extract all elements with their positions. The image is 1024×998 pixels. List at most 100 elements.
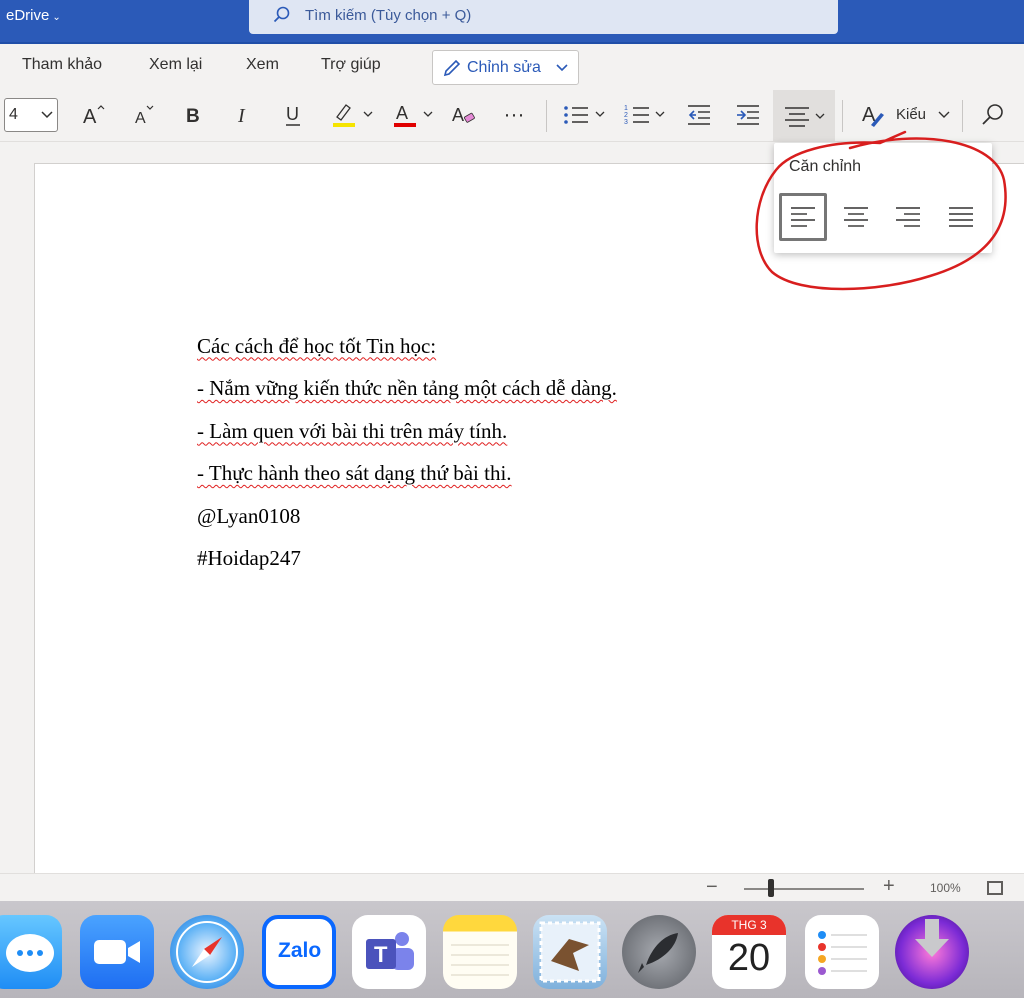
dock-notes[interactable] [443, 915, 517, 989]
notes-icon [451, 944, 509, 976]
alignment-button[interactable] [773, 90, 835, 142]
doc-line-text: Các cách để học tốt Tin học: [197, 333, 437, 358]
justify-option[interactable] [937, 193, 985, 241]
highlight-color-button[interactable] [328, 96, 376, 134]
dock-safari[interactable] [170, 915, 244, 989]
compass-icon [176, 921, 238, 983]
grow-font-button[interactable]: A [78, 96, 110, 134]
svg-text:I: I [237, 105, 246, 127]
search-icon [273, 6, 290, 23]
dock-calendar[interactable]: THG 3 20 [712, 915, 786, 989]
dock-downloader[interactable] [895, 915, 969, 989]
svg-text:3: 3 [624, 119, 628, 126]
doc-line-text: - Thực hành theo sát dạng thứ bài thi. [197, 461, 512, 485]
formatting-toolbar: 4 A A B I U A A ··· 123 A Kiểu [0, 90, 1024, 142]
tab-view[interactable]: Xem [246, 56, 279, 74]
align-left-icon [791, 207, 815, 227]
svg-text:A: A [396, 103, 408, 123]
popup-title: Căn chỉnh [789, 158, 862, 175]
chevron-down-icon [556, 64, 568, 72]
zalo-label: Zalo [278, 939, 322, 962]
more-options-button[interactable]: ··· [498, 96, 530, 134]
calendar-month: THG 3 [731, 918, 767, 932]
dock-mail[interactable] [533, 915, 607, 989]
increase-indent-button[interactable] [731, 96, 765, 134]
document-body[interactable]: Các cách để học tốt Tin học: - Nắm vững … [155, 282, 617, 571]
fit-page-icon[interactable] [987, 881, 1003, 895]
zoom-level[interactable]: 100% [930, 881, 961, 895]
numbered-list-icon: 123 [624, 105, 665, 126]
dock-messages[interactable] [0, 915, 62, 989]
font-size-value: 4 [9, 106, 18, 123]
align-left-option[interactable] [779, 193, 827, 241]
tab-references[interactable]: Tham khảo [22, 56, 102, 74]
doc-line: Các cách để học tốt Tin học: [155, 282, 617, 358]
shrink-font-icon: A [135, 105, 154, 127]
toolbar-separator [546, 100, 547, 132]
doc-line-text: #Hoidap247 [197, 546, 301, 570]
dock-zoom[interactable] [80, 915, 154, 989]
font-color-button[interactable]: A [390, 96, 438, 134]
svg-text:U: U [286, 104, 299, 124]
chevron-down-icon [41, 111, 53, 119]
dock: Zalo T THG 3 20 [0, 901, 1024, 998]
underline-button[interactable]: U [278, 96, 308, 134]
toolbar-separator [842, 100, 843, 132]
align-center-option[interactable] [832, 193, 880, 241]
numbering-button[interactable]: 123 [622, 96, 672, 134]
dock-launchpad[interactable] [622, 915, 696, 989]
search-box[interactable]: Tìm kiếm (Tùy chọn + Q) [249, 0, 838, 34]
zoom-slider-thumb[interactable] [768, 879, 774, 897]
bullet-list-icon [564, 106, 605, 124]
search-placeholder: Tìm kiếm (Tùy chọn + Q) [305, 7, 472, 24]
zoom-out-button[interactable]: − [706, 876, 718, 899]
dock-zalo[interactable]: Zalo [262, 915, 336, 989]
align-center-icon [785, 107, 825, 127]
reminders-icon [818, 931, 867, 975]
align-right-option[interactable] [884, 193, 932, 241]
tab-help[interactable]: Trợ giúp [321, 56, 381, 74]
zoom-in-button[interactable]: + [883, 875, 895, 898]
calendar-day: 20 [727, 937, 771, 979]
underline-icon: U [286, 104, 300, 126]
tab-review[interactable]: Xem lại [149, 56, 202, 74]
bold-button[interactable]: B [178, 96, 208, 134]
video-camera-icon [94, 940, 140, 964]
clear-formatting-icon: A [452, 105, 475, 125]
styles-icon-button[interactable]: A [856, 96, 890, 134]
dock-teams[interactable]: T [352, 915, 426, 989]
increase-indent-icon [737, 105, 759, 125]
font-color-icon: A [394, 103, 433, 127]
zoom-slider[interactable] [744, 888, 864, 890]
download-arrow-icon [915, 919, 949, 957]
toolbar-separator [962, 100, 963, 132]
italic-icon: I [237, 105, 246, 127]
italic-button[interactable]: I [228, 96, 258, 134]
app-name-button[interactable]: eDrive ⌄ [6, 7, 61, 24]
doc-line-text: - Nắm vững kiến thức nền tảng một cách d… [197, 376, 617, 400]
dock-reminders[interactable] [805, 915, 879, 989]
doc-line-text: @Lyan0108 [197, 503, 301, 528]
decrease-indent-icon [688, 105, 710, 125]
styles-label[interactable]: Kiểu [896, 106, 926, 123]
document-page[interactable]: Các cách để học tốt Tin học: - Nắm vững … [34, 163, 1024, 873]
rocket-icon [638, 933, 678, 973]
editing-mode-button[interactable]: Chỉnh sửa [432, 50, 579, 85]
align-right-icon [896, 207, 920, 227]
bold-icon: B [186, 106, 200, 127]
font-size-select[interactable]: 4 [4, 98, 58, 132]
bullets-button[interactable] [560, 96, 610, 134]
shrink-font-button[interactable]: A [128, 96, 160, 134]
find-button[interactable] [976, 96, 1010, 134]
decrease-indent-button[interactable] [682, 96, 716, 134]
svg-text:T: T [374, 942, 388, 967]
align-center-icon [844, 207, 868, 227]
svg-text:2: 2 [624, 112, 628, 119]
svg-text:A: A [83, 106, 97, 127]
highlighter-icon [333, 104, 373, 127]
doc-line-text: - Làm quen với bài thi trên máy tính. [197, 418, 508, 443]
grow-font-icon: A [83, 105, 105, 127]
clear-formatting-button[interactable]: A [448, 96, 480, 134]
messages-icon [6, 934, 54, 972]
styles-icon: A [862, 104, 884, 127]
